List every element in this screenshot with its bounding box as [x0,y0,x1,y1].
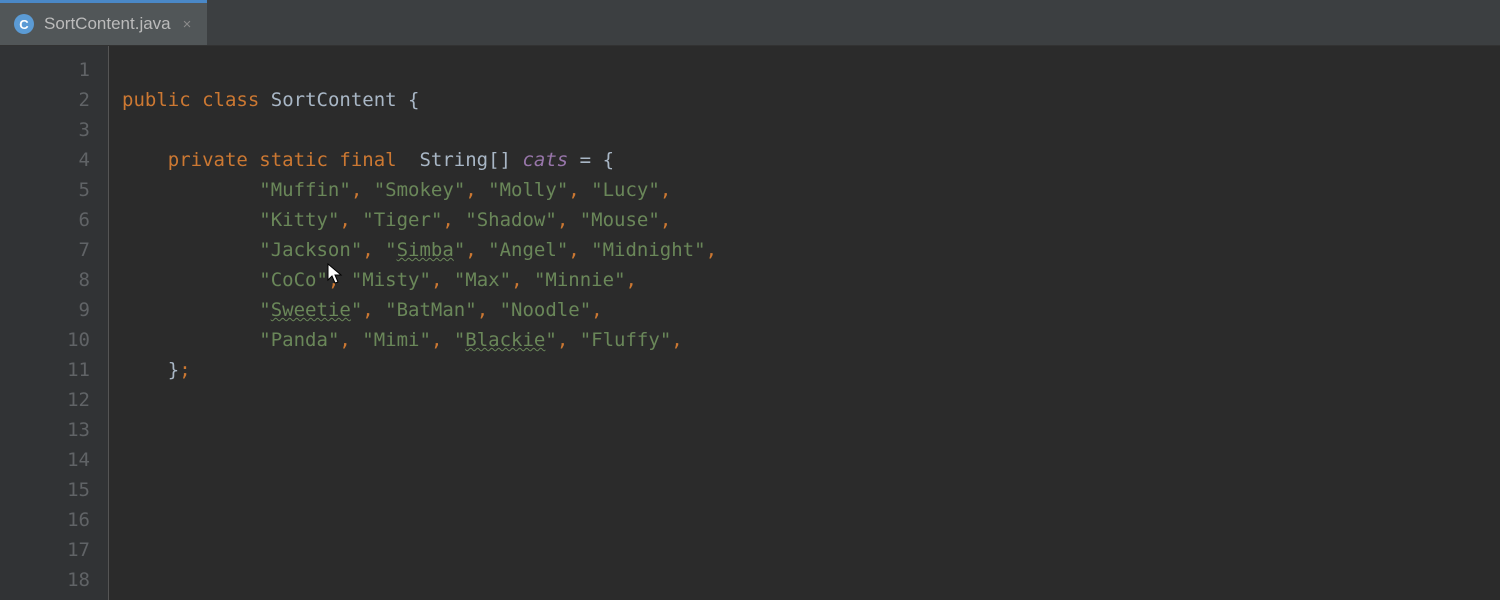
code-line[interactable]: "Jackson", "Simba", "Angel", "Midnight", [122,235,1500,265]
code-line[interactable]: "Muffin", "Smokey", "Molly", "Lucy", [122,175,1500,205]
code-line[interactable]: public class SortContent { [122,85,1500,115]
line-number[interactable]: 3 [0,115,108,145]
code-line[interactable]: }; [122,355,1500,385]
line-number[interactable]: 5 [0,175,108,205]
line-number[interactable]: 15 [0,475,108,505]
line-number[interactable]: 8 [0,265,108,295]
line-number[interactable]: 16 [0,505,108,535]
code-line[interactable] [122,55,1500,85]
line-number[interactable]: 11 [0,355,108,385]
code-line[interactable] [122,115,1500,145]
line-number[interactable]: 12 [0,385,108,415]
line-number[interactable]: 6 [0,205,108,235]
code-line[interactable]: "Sweetie", "BatMan", "Noodle", [122,295,1500,325]
line-number[interactable]: 14 [0,445,108,475]
code-line[interactable]: private static final String[] cats = { [122,145,1500,175]
code-line[interactable]: "Kitty", "Tiger", "Shadow", "Mouse", [122,205,1500,235]
code-line[interactable]: "CoCo", "Misty", "Max", "Minnie", [122,265,1500,295]
code-line[interactable]: "Panda", "Mimi", "Blackie", "Fluffy", [122,325,1500,355]
line-number[interactable]: 17 [0,535,108,565]
line-number[interactable]: 10 [0,325,108,355]
editor: 1 2 3 4 5 6 7 8 9 10 11 12 13 14 15 16 1… [0,46,1500,600]
line-number[interactable]: 4 [0,145,108,175]
gutter: 1 2 3 4 5 6 7 8 9 10 11 12 13 14 15 16 1… [0,46,109,600]
line-number[interactable]: 2 [0,85,108,115]
close-icon[interactable]: × [181,16,194,33]
line-number[interactable]: 9 [0,295,108,325]
line-number[interactable]: 7 [0,235,108,265]
code-area[interactable]: public class SortContent { private stati… [109,46,1500,600]
tab-filename: SortContent.java [44,14,171,34]
java-class-icon: C [14,14,34,34]
line-number[interactable]: 18 [0,565,108,595]
line-number[interactable]: 1 [0,55,108,85]
line-number[interactable]: 13 [0,415,108,445]
file-tab[interactable]: C SortContent.java × [0,0,207,45]
tab-bar: C SortContent.java × [0,0,1500,46]
